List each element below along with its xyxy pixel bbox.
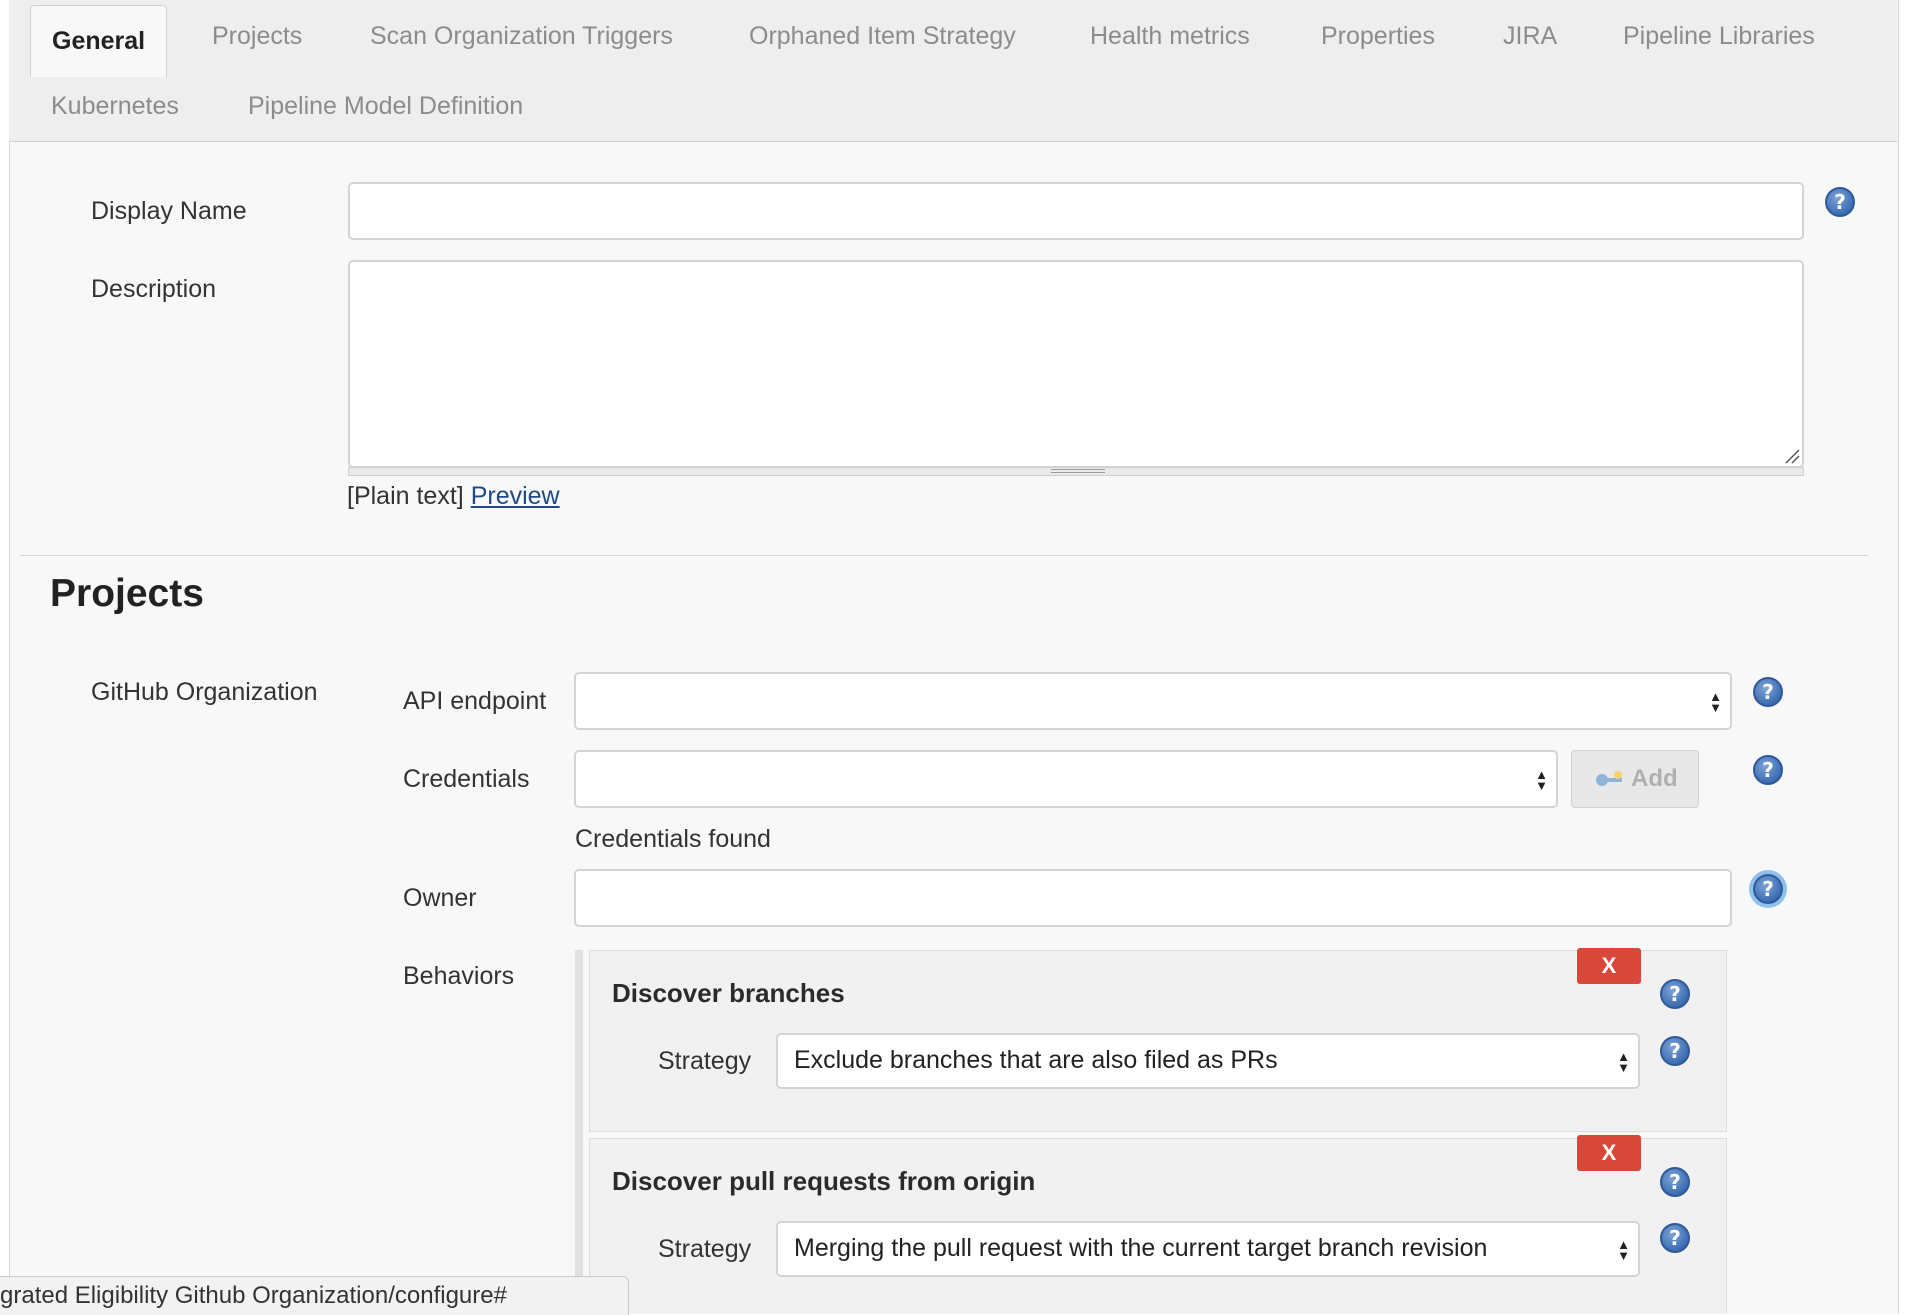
- tab-scan-organization-triggers[interactable]: Scan Organization Triggers: [370, 22, 673, 51]
- strategy-label: Strategy: [658, 1047, 752, 1075]
- updown-arrows-icon: ▲ ▼: [1709, 689, 1722, 715]
- plain-text-label: [Plain text]: [347, 482, 464, 510]
- branch-strategy-select[interactable]: Exclude branches that are also filed as …: [776, 1033, 1640, 1089]
- owner-label: Owner: [403, 884, 477, 912]
- description-textarea[interactable]: [348, 260, 1804, 468]
- resize-corner-icon[interactable]: [1784, 448, 1800, 464]
- status-url-text: grated Eligibility Github Organization/c…: [0, 1282, 507, 1309]
- behaviors-rail: [575, 950, 583, 1280]
- tab-kubernetes[interactable]: Kubernetes: [51, 92, 179, 121]
- credentials-select[interactable]: ▲ ▼: [574, 750, 1558, 808]
- api-endpoint-label: API endpoint: [403, 687, 547, 715]
- tab-projects[interactable]: Projects: [212, 22, 302, 51]
- add-button-label: Add: [1631, 765, 1678, 792]
- display-name-input[interactable]: [348, 182, 1804, 240]
- tab-properties[interactable]: Properties: [1321, 22, 1435, 51]
- updown-arrows-icon: ▲ ▼: [1617, 1237, 1630, 1263]
- tab-pipeline-libraries[interactable]: Pipeline Libraries: [1623, 22, 1815, 51]
- help-icon[interactable]: ?: [1753, 755, 1783, 785]
- help-icon[interactable]: ?: [1753, 874, 1783, 904]
- api-endpoint-select[interactable]: ▲ ▼: [574, 672, 1732, 730]
- add-credentials-button[interactable]: Add: [1571, 750, 1699, 808]
- display-name-label: Display Name: [91, 197, 247, 225]
- textarea-resize-bar[interactable]: [348, 467, 1804, 476]
- github-organization-label: GitHub Organization: [91, 678, 318, 706]
- help-icon[interactable]: ?: [1753, 677, 1783, 707]
- help-icon[interactable]: ?: [1660, 1167, 1690, 1197]
- behaviors-label: Behaviors: [403, 962, 515, 990]
- browser-status-url: grated Eligibility Github Organization/c…: [0, 1276, 629, 1315]
- delete-behavior-button[interactable]: X: [1577, 948, 1641, 984]
- help-icon[interactable]: ?: [1660, 979, 1690, 1009]
- credentials-label: Credentials: [403, 765, 530, 793]
- pr-strategy-value: Merging the pull request with the curren…: [794, 1234, 1488, 1262]
- tab-jira[interactable]: JIRA: [1503, 22, 1557, 51]
- section-tab-bar: General Projects Scan Organization Trigg…: [9, 0, 1897, 142]
- credentials-status: Credentials found: [575, 825, 771, 853]
- behavior-title: Discover pull requests from origin: [612, 1166, 1036, 1196]
- section-divider: [20, 555, 1868, 556]
- updown-arrows-icon: ▲ ▼: [1535, 767, 1548, 793]
- tab-health-metrics[interactable]: Health metrics: [1090, 22, 1250, 51]
- grip-icon: [1051, 469, 1105, 473]
- description-format: [Plain text] Preview: [347, 482, 560, 511]
- owner-input[interactable]: [574, 869, 1732, 927]
- tab-general[interactable]: General: [30, 5, 168, 77]
- key-icon: [1596, 771, 1622, 786]
- help-icon[interactable]: ?: [1825, 187, 1855, 217]
- help-icon[interactable]: ?: [1660, 1036, 1690, 1066]
- behavior-title: Discover branches: [612, 978, 845, 1008]
- updown-arrows-icon: ▲ ▼: [1617, 1049, 1630, 1075]
- tab-orphaned-item-strategy[interactable]: Orphaned Item Strategy: [749, 22, 1016, 51]
- help-icon[interactable]: ?: [1660, 1223, 1690, 1253]
- branch-strategy-value: Exclude branches that are also filed as …: [794, 1046, 1278, 1074]
- preview-link[interactable]: Preview: [471, 482, 560, 510]
- projects-section-title: Projects: [50, 572, 204, 615]
- delete-behavior-button[interactable]: X: [1577, 1135, 1641, 1171]
- description-label: Description: [91, 275, 217, 303]
- tab-pipeline-model-definition[interactable]: Pipeline Model Definition: [248, 92, 523, 121]
- strategy-label: Strategy: [658, 1235, 752, 1263]
- pr-strategy-select[interactable]: Merging the pull request with the curren…: [776, 1221, 1640, 1277]
